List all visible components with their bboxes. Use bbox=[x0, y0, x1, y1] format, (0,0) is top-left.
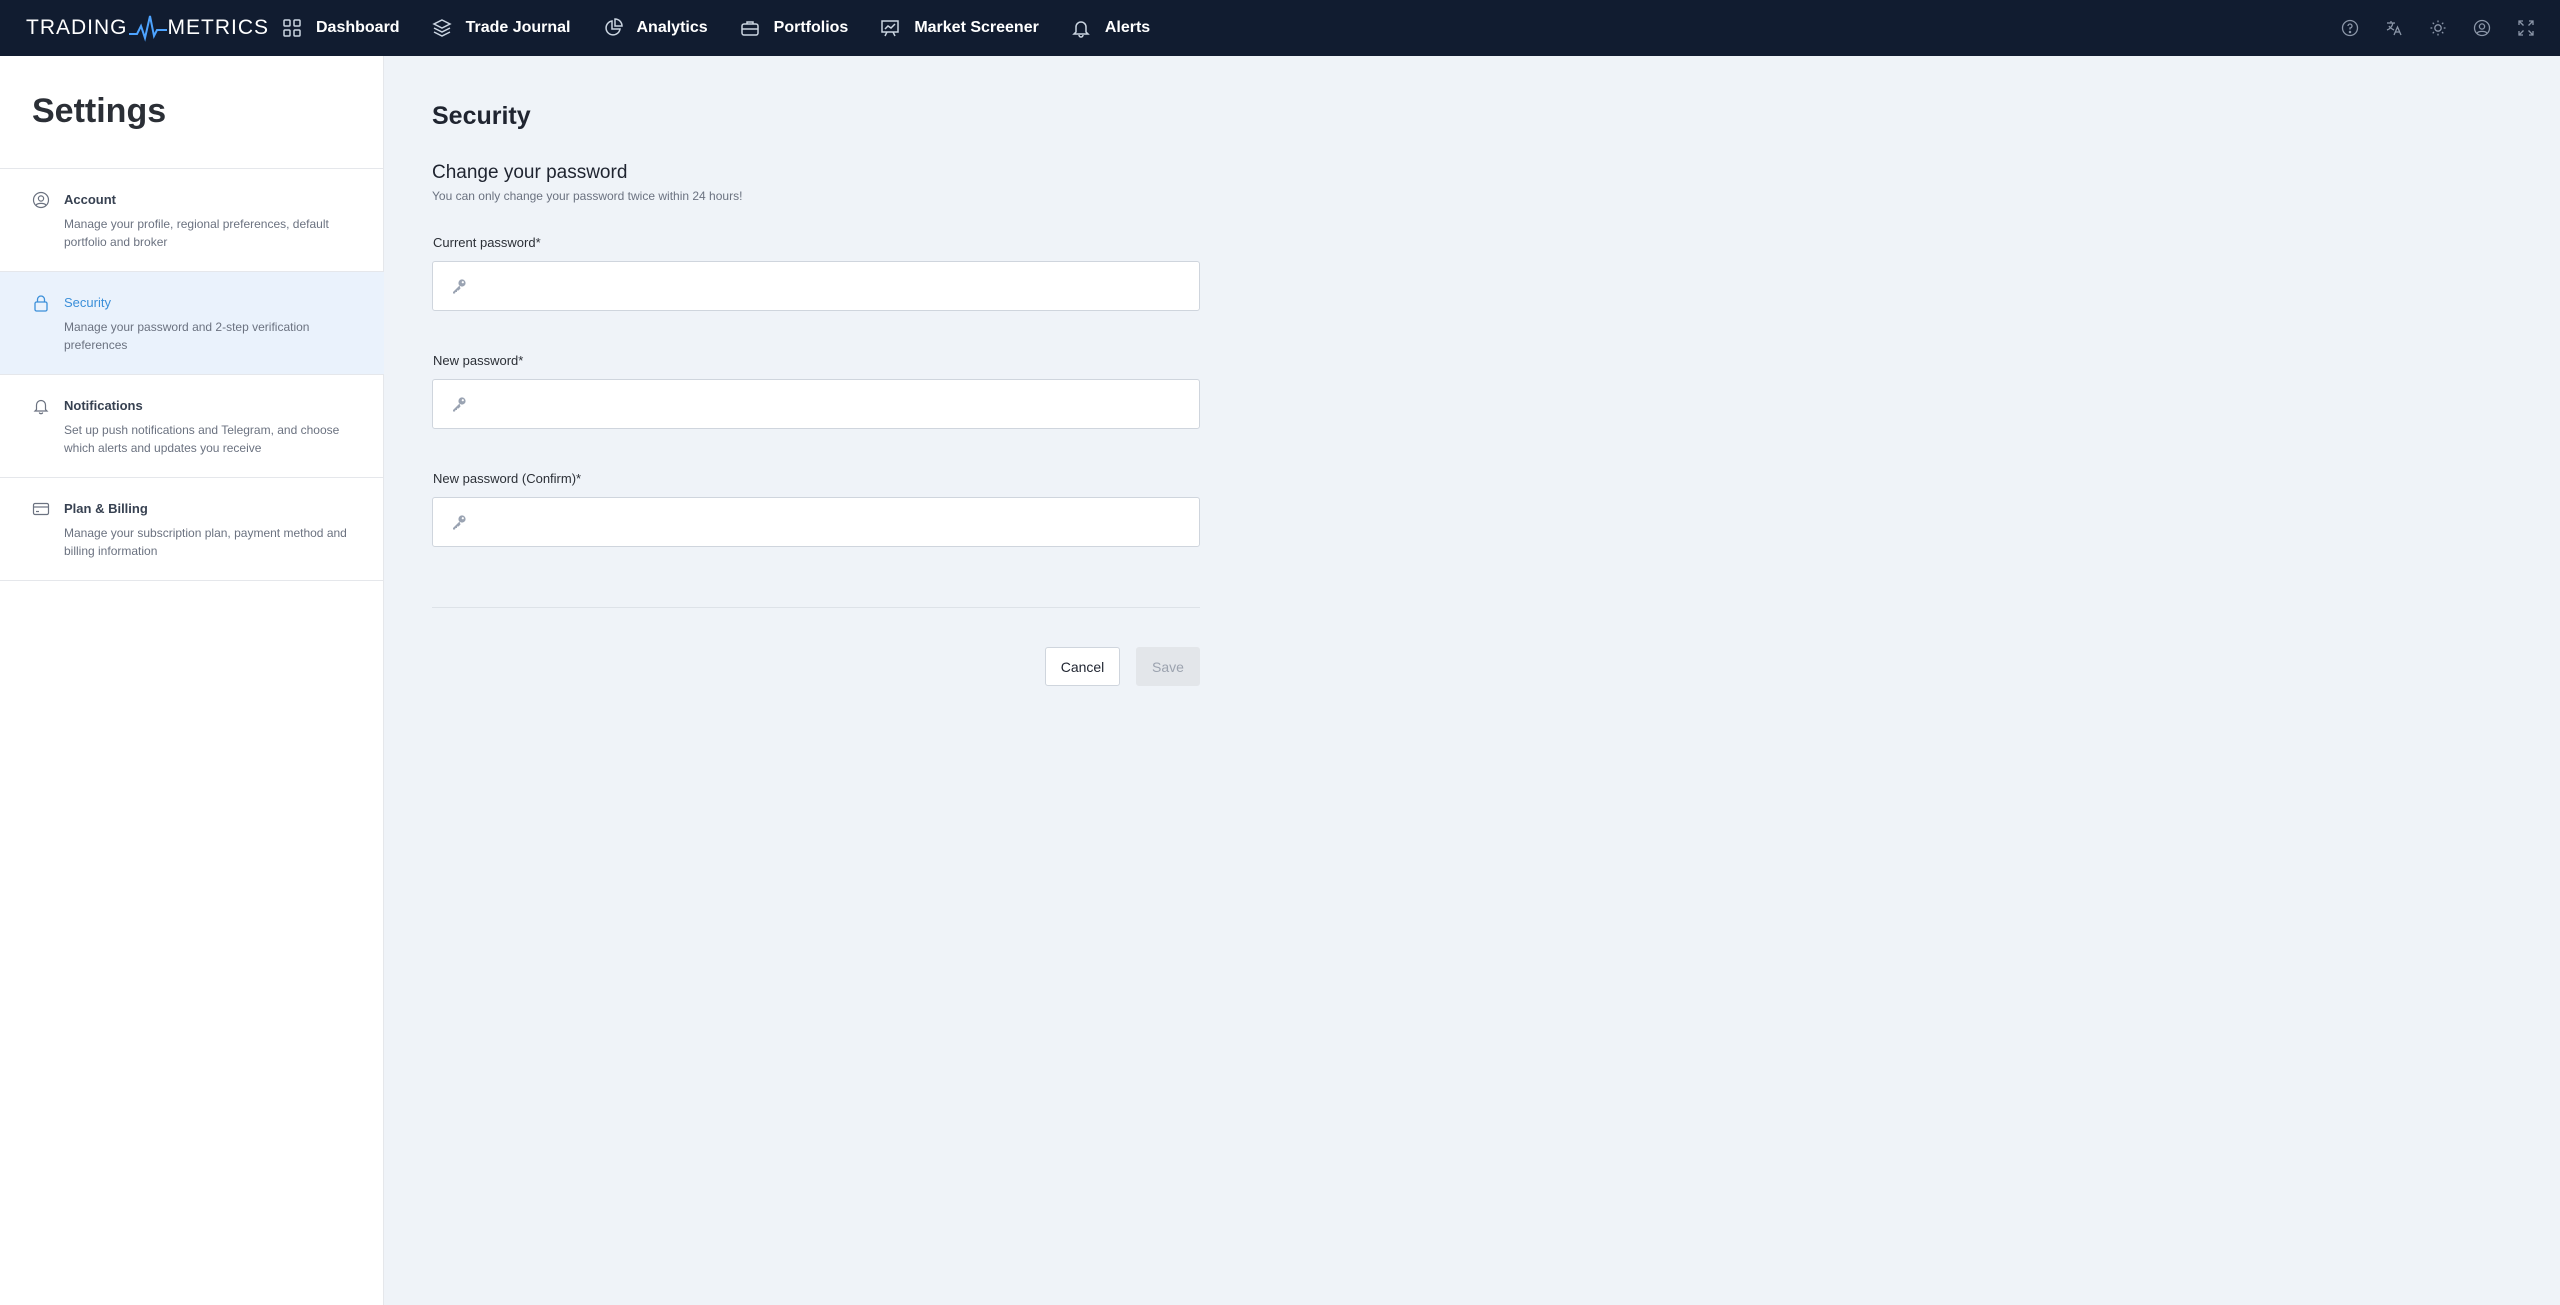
theme-toggle-button[interactable] bbox=[2428, 18, 2448, 38]
cancel-button[interactable]: Cancel bbox=[1045, 647, 1120, 686]
presentation-chart-icon bbox=[881, 20, 900, 37]
brand-logo-left: TRADING bbox=[26, 16, 128, 39]
bell-icon bbox=[33, 399, 49, 415]
nav-item-label: Market Screener bbox=[914, 19, 1039, 36]
nav-item-label: Portfolios bbox=[773, 19, 849, 36]
brand-logo-right: METRICS bbox=[167, 16, 269, 39]
user-circle-icon bbox=[2473, 19, 2491, 37]
sidebar-list: Account Manage your profile, regional pr… bbox=[0, 169, 384, 581]
confirm-password-label: New password (Confirm)* bbox=[433, 471, 581, 486]
briefcase-icon bbox=[740, 21, 759, 36]
nav-item-label: Dashboard bbox=[316, 19, 400, 36]
sidebar-item-description: Set up push notifications and Telegram, … bbox=[64, 423, 340, 455]
nav-item-label: Alerts bbox=[1104, 19, 1151, 36]
sidebar-item-security[interactable]: Security Manage your password and 2-step… bbox=[0, 272, 384, 375]
settings-sidebar: Settings Account Manage your profile, re… bbox=[0, 56, 384, 1305]
confirm-password-field[interactable] bbox=[432, 497, 1200, 547]
pie-chart-icon bbox=[604, 18, 623, 36]
field-label-text: New password bbox=[433, 353, 519, 368]
main-nav: Dashboard Trade Journal Analytics Portfo… bbox=[282, 0, 1182, 56]
current-password-field[interactable] bbox=[432, 261, 1200, 311]
sidebar-item-label: Plan & Billing bbox=[64, 501, 148, 516]
nav-item-dashboard[interactable]: Dashboard bbox=[282, 0, 400, 56]
brand-logo[interactable]: TRADING METRICS bbox=[26, 12, 269, 44]
sidebar-item-label: Account bbox=[64, 192, 116, 207]
profile-button[interactable] bbox=[2472, 18, 2492, 38]
translate-icon bbox=[2386, 21, 2402, 36]
new-password-label: New password* bbox=[433, 353, 523, 368]
confirm-password-input[interactable] bbox=[480, 498, 1199, 546]
nav-item-analytics[interactable]: Analytics bbox=[603, 0, 708, 56]
sidebar-item-label: Notifications bbox=[64, 398, 143, 413]
form-divider bbox=[432, 607, 1200, 608]
top-navbar: TRADING METRICS Dashboard Trade Journal … bbox=[0, 0, 2560, 56]
nav-item-label: Trade Journal bbox=[465, 19, 571, 36]
sidebar-item-description: Manage your subscription plan, payment m… bbox=[64, 526, 347, 558]
section-title: Change your password bbox=[432, 162, 628, 183]
required-mark: * bbox=[518, 353, 524, 368]
new-password-input[interactable] bbox=[480, 380, 1199, 428]
layers-icon bbox=[431, 19, 452, 37]
save-button[interactable]: Save bbox=[1136, 647, 1200, 686]
language-button[interactable] bbox=[2384, 18, 2404, 38]
new-password-field[interactable] bbox=[432, 379, 1200, 429]
help-icon bbox=[2341, 19, 2359, 37]
sidebar-item-description: Manage your profile, regional preference… bbox=[64, 217, 329, 249]
page-title: Security bbox=[432, 102, 531, 130]
heartbeat-logo-icon bbox=[128, 15, 167, 42]
key-icon bbox=[453, 515, 466, 530]
sidebar-item-label: Security bbox=[64, 295, 111, 310]
grid-icon bbox=[283, 19, 301, 37]
sun-icon bbox=[2430, 20, 2446, 36]
nav-item-label: Analytics bbox=[636, 19, 708, 36]
sidebar-item-plan-billing[interactable]: Plan & Billing Manage your subscription … bbox=[0, 478, 384, 581]
required-mark: * bbox=[535, 235, 541, 250]
key-icon bbox=[453, 397, 466, 412]
fullscreen-icon bbox=[2518, 20, 2534, 36]
section-subtitle: You can only change your password twice … bbox=[432, 189, 743, 203]
help-button[interactable] bbox=[2340, 18, 2360, 38]
required-mark: * bbox=[576, 471, 582, 486]
user-circle-icon bbox=[32, 191, 50, 209]
sidebar-item-description: Manage your password and 2-step verifica… bbox=[64, 320, 310, 352]
current-password-label: Current password* bbox=[433, 235, 541, 250]
nav-item-alerts[interactable]: Alerts bbox=[1071, 0, 1150, 56]
fullscreen-button[interactable] bbox=[2516, 18, 2536, 38]
credit-card-icon bbox=[32, 502, 50, 516]
lock-icon bbox=[34, 295, 48, 312]
nav-item-portfolios[interactable]: Portfolios bbox=[740, 0, 849, 56]
sidebar-item-account[interactable]: Account Manage your profile, regional pr… bbox=[0, 169, 384, 272]
field-label-text: Current password bbox=[433, 235, 536, 250]
field-label-text: New password (Confirm) bbox=[433, 471, 577, 486]
nav-item-market-screener[interactable]: Market Screener bbox=[880, 0, 1039, 56]
current-password-input[interactable] bbox=[480, 262, 1199, 310]
key-icon bbox=[453, 279, 466, 294]
top-right-toolbar bbox=[2316, 0, 2536, 56]
sidebar-item-notifications[interactable]: Notifications Set up push notifications … bbox=[0, 375, 384, 478]
sidebar-title: Settings bbox=[32, 92, 167, 130]
nav-item-trade-journal[interactable]: Trade Journal bbox=[431, 0, 571, 56]
bell-icon bbox=[1072, 21, 1090, 38]
